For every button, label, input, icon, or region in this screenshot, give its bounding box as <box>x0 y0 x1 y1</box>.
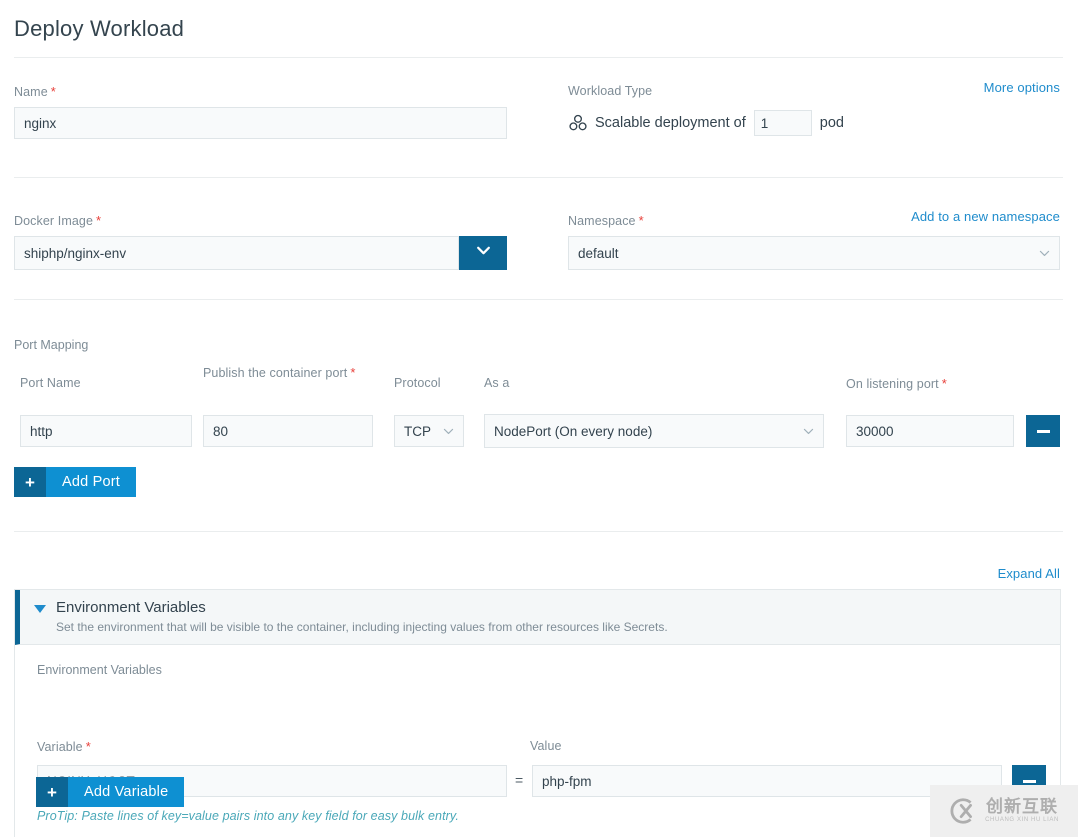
add-variable-button-label: Add Variable <box>68 777 184 807</box>
docker-image-dropdown-button[interactable] <box>459 236 507 270</box>
protocol-select[interactable]: TCP <box>394 415 464 447</box>
name-required-marker: * <box>51 84 56 99</box>
name-label-text: Name <box>14 85 48 99</box>
docker-image-field <box>14 236 507 270</box>
divider-image <box>14 299 1063 300</box>
namespace-select-value: default <box>578 246 619 261</box>
listening-port-input[interactable] <box>846 415 1014 447</box>
name-label: Name* <box>14 84 56 99</box>
as-a-column-label: As a <box>484 376 509 390</box>
listening-port-column-text: On listening port <box>846 377 939 391</box>
docker-image-input[interactable] <box>14 236 459 270</box>
expand-all-link[interactable]: Expand All <box>998 566 1060 581</box>
container-port-column-text: Publish the container port <box>203 366 347 380</box>
environment-variables-panel-header[interactable]: Environment Variables Set the environmen… <box>15 590 1060 645</box>
add-port-button[interactable]: + Add Port <box>14 467 136 497</box>
protocol-column-label: Protocol <box>394 376 441 390</box>
equals-sign: = <box>515 772 523 788</box>
docker-image-label-text: Docker Image <box>14 214 93 228</box>
watermark-chinese: 创新互联 <box>986 797 1058 816</box>
minus-icon <box>1037 430 1050 433</box>
as-a-select[interactable]: NodePort (On every node) <box>484 414 824 448</box>
as-a-select-value: NodePort (On every node) <box>494 424 652 439</box>
container-port-input[interactable] <box>203 415 373 447</box>
namespace-required-marker: * <box>639 213 644 228</box>
environment-variables-panel-heading: Environment Variables Set the environmen… <box>56 599 668 635</box>
caret-down-icon[interactable] <box>34 605 46 613</box>
variable-column-label: Variable* <box>37 739 91 754</box>
remove-port-button[interactable] <box>1026 415 1060 447</box>
port-name-column-label: Port Name <box>20 376 81 390</box>
port-mapping-section-label: Port Mapping <box>14 338 88 352</box>
environment-variables-body-title: Environment Variables <box>37 663 1040 677</box>
page-title: Deploy Workload <box>14 16 184 42</box>
add-namespace-link[interactable]: Add to a new namespace <box>911 209 1060 224</box>
minus-icon <box>1023 780 1036 783</box>
name-input[interactable] <box>14 107 507 139</box>
deploy-workload-form: Deploy Workload Name* Workload Type More… <box>0 0 1078 837</box>
namespace-select[interactable]: default <box>568 236 1060 270</box>
namespace-label-text: Namespace <box>568 214 636 228</box>
divider-basic <box>14 177 1063 178</box>
listening-port-required-marker: * <box>942 376 947 391</box>
value-column-label: Value <box>530 739 562 753</box>
protocol-select-value: TCP <box>404 424 431 439</box>
variable-column-text: Variable <box>37 740 83 754</box>
pod-count-input[interactable] <box>754 110 812 136</box>
container-port-column-label: Publish the container port* <box>203 365 373 381</box>
listening-port-column-label: On listening port* <box>846 376 947 391</box>
variable-required-marker: * <box>86 739 91 754</box>
port-name-input[interactable] <box>20 415 192 447</box>
environment-variables-panel-subtitle: Set the environment that will be visible… <box>56 619 668 635</box>
workload-type-text-after: pod <box>820 115 844 131</box>
watermark-text: 创新互联 CHUANG XIN HU LIAN <box>985 797 1059 825</box>
divider-title <box>14 57 1063 58</box>
environment-variables-panel-body: Environment Variables Variable* Value = … <box>15 645 1060 837</box>
more-options-link[interactable]: More options <box>984 80 1060 95</box>
cx-logo-icon <box>949 796 979 826</box>
workload-type-label: Workload Type <box>568 84 652 98</box>
scalable-deployment-icon <box>568 113 588 133</box>
plus-icon: + <box>36 777 68 807</box>
environment-variables-panel-title: Environment Variables <box>56 599 668 617</box>
plus-icon: + <box>14 467 46 497</box>
protip-text: ProTip: Paste lines of key=value pairs i… <box>37 809 459 823</box>
watermark: 创新互联 CHUANG XIN HU LIAN <box>930 785 1078 837</box>
namespace-label: Namespace* <box>568 213 644 228</box>
add-port-button-label: Add Port <box>46 467 136 497</box>
chevron-down-icon <box>442 425 455 438</box>
docker-image-label: Docker Image* <box>14 213 101 228</box>
chevron-down-icon <box>802 425 815 438</box>
add-variable-button[interactable]: + Add Variable <box>36 777 184 807</box>
watermark-pinyin: CHUANG XIN HU LIAN <box>985 816 1059 825</box>
docker-image-required-marker: * <box>96 213 101 228</box>
chevron-down-icon <box>1038 247 1051 260</box>
chevron-down-icon <box>475 242 492 264</box>
container-port-required-marker: * <box>350 365 355 380</box>
workload-type-row: Scalable deployment of pod <box>568 110 844 136</box>
workload-type-text-before: Scalable deployment of <box>595 115 746 131</box>
divider-ports <box>14 531 1063 532</box>
